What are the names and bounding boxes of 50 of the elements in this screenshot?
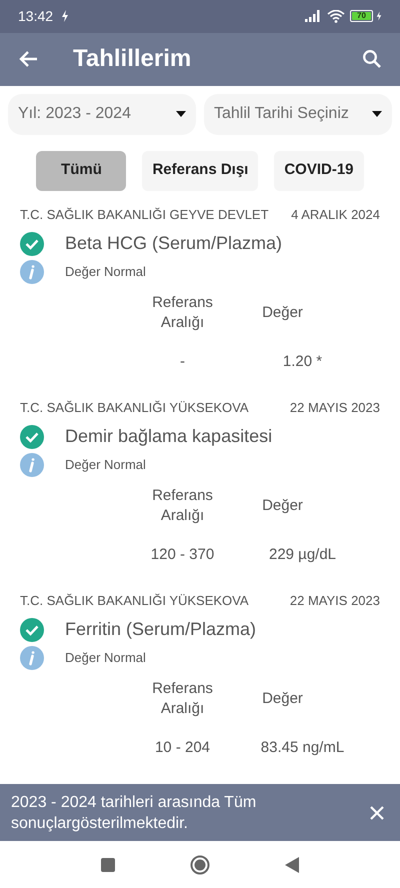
dropdown-caret-icon <box>372 111 382 118</box>
column-header: Değer <box>261 688 304 709</box>
reference-range: - <box>179 352 186 372</box>
result-value: 1.20 * <box>282 352 324 372</box>
reference-range: 120 - 370 <box>150 545 216 566</box>
result-value: 229 µg/dL <box>268 545 338 566</box>
column-header: Referans Aralığı <box>151 486 214 526</box>
info-icon <box>20 453 44 478</box>
status-text: Değer Normal <box>65 456 146 474</box>
filter-dropdown[interactable]: Tahlil Tarihi Seçiniz <box>204 94 392 135</box>
check-circle-icon <box>20 424 44 449</box>
column-header: Referans Aralığı <box>151 679 214 720</box>
check-circle-icon <box>20 232 44 256</box>
hospital-name: T.C. SAĞLIK BAKANLIĞI YÜKSEKOVA <box>20 592 249 610</box>
test-name: Beta HCG (Serum/Plazma) <box>65 232 282 256</box>
reference-range: 10 - 204 <box>154 738 212 758</box>
home-icon[interactable] <box>190 854 210 875</box>
info-icon <box>20 260 44 284</box>
result-date: 22 MAYIS 2023 <box>290 592 380 610</box>
close-icon[interactable] <box>370 806 384 820</box>
status-text: Değer Normal <box>65 263 146 282</box>
wifi-icon <box>327 10 345 23</box>
back-icon[interactable] <box>285 856 299 873</box>
hospital-name: T.C. SAĞLIK BAKANLIĞI YÜKSEKOVA <box>20 398 249 417</box>
battery-percent: 70 <box>352 12 371 20</box>
charging-icon <box>376 11 382 22</box>
test-name: Ferritin (Serum/Plazma) <box>65 618 256 642</box>
filter-chip[interactable]: COVID-19 <box>274 150 364 191</box>
info-icon <box>20 646 44 670</box>
search-icon[interactable] <box>362 49 382 70</box>
check-circle-icon <box>20 618 44 642</box>
result-date: 22 MAYIS 2023 <box>290 398 380 417</box>
snackbar-message: 2023 - 2024 tarihleri arasında Tüm sonuçlargösterilmektedir. <box>11 792 258 834</box>
filter-chip[interactable]: Referans Dışı <box>142 150 258 191</box>
filter-chip[interactable]: Tümü <box>36 150 126 191</box>
column-header: Değer <box>261 496 304 516</box>
recents-icon[interactable] <box>101 858 115 872</box>
screen-title: Tahlillerim <box>73 44 192 74</box>
status-text: Değer Normal <box>65 649 146 668</box>
hospital-name: T.C. SAĞLIK BAKANLIĞI GEYVE DEVLET <box>20 206 269 224</box>
result-value: 83.45 ng/mL <box>260 738 346 758</box>
dropdown-caret-icon <box>176 111 186 118</box>
column-header: Referans Aralığı <box>151 293 214 334</box>
back-arrow-icon[interactable] <box>18 50 38 68</box>
column-header: Değer <box>261 302 304 323</box>
filter-dropdown[interactable]: Yıl: 2023 - 2024 <box>8 94 196 135</box>
clock-time: 13:42 <box>18 6 54 26</box>
test-name: Demir bağlama kapasitesi <box>65 425 272 448</box>
charging-icon <box>61 10 70 22</box>
result-date: 4 ARALIK 2024 <box>291 206 380 224</box>
